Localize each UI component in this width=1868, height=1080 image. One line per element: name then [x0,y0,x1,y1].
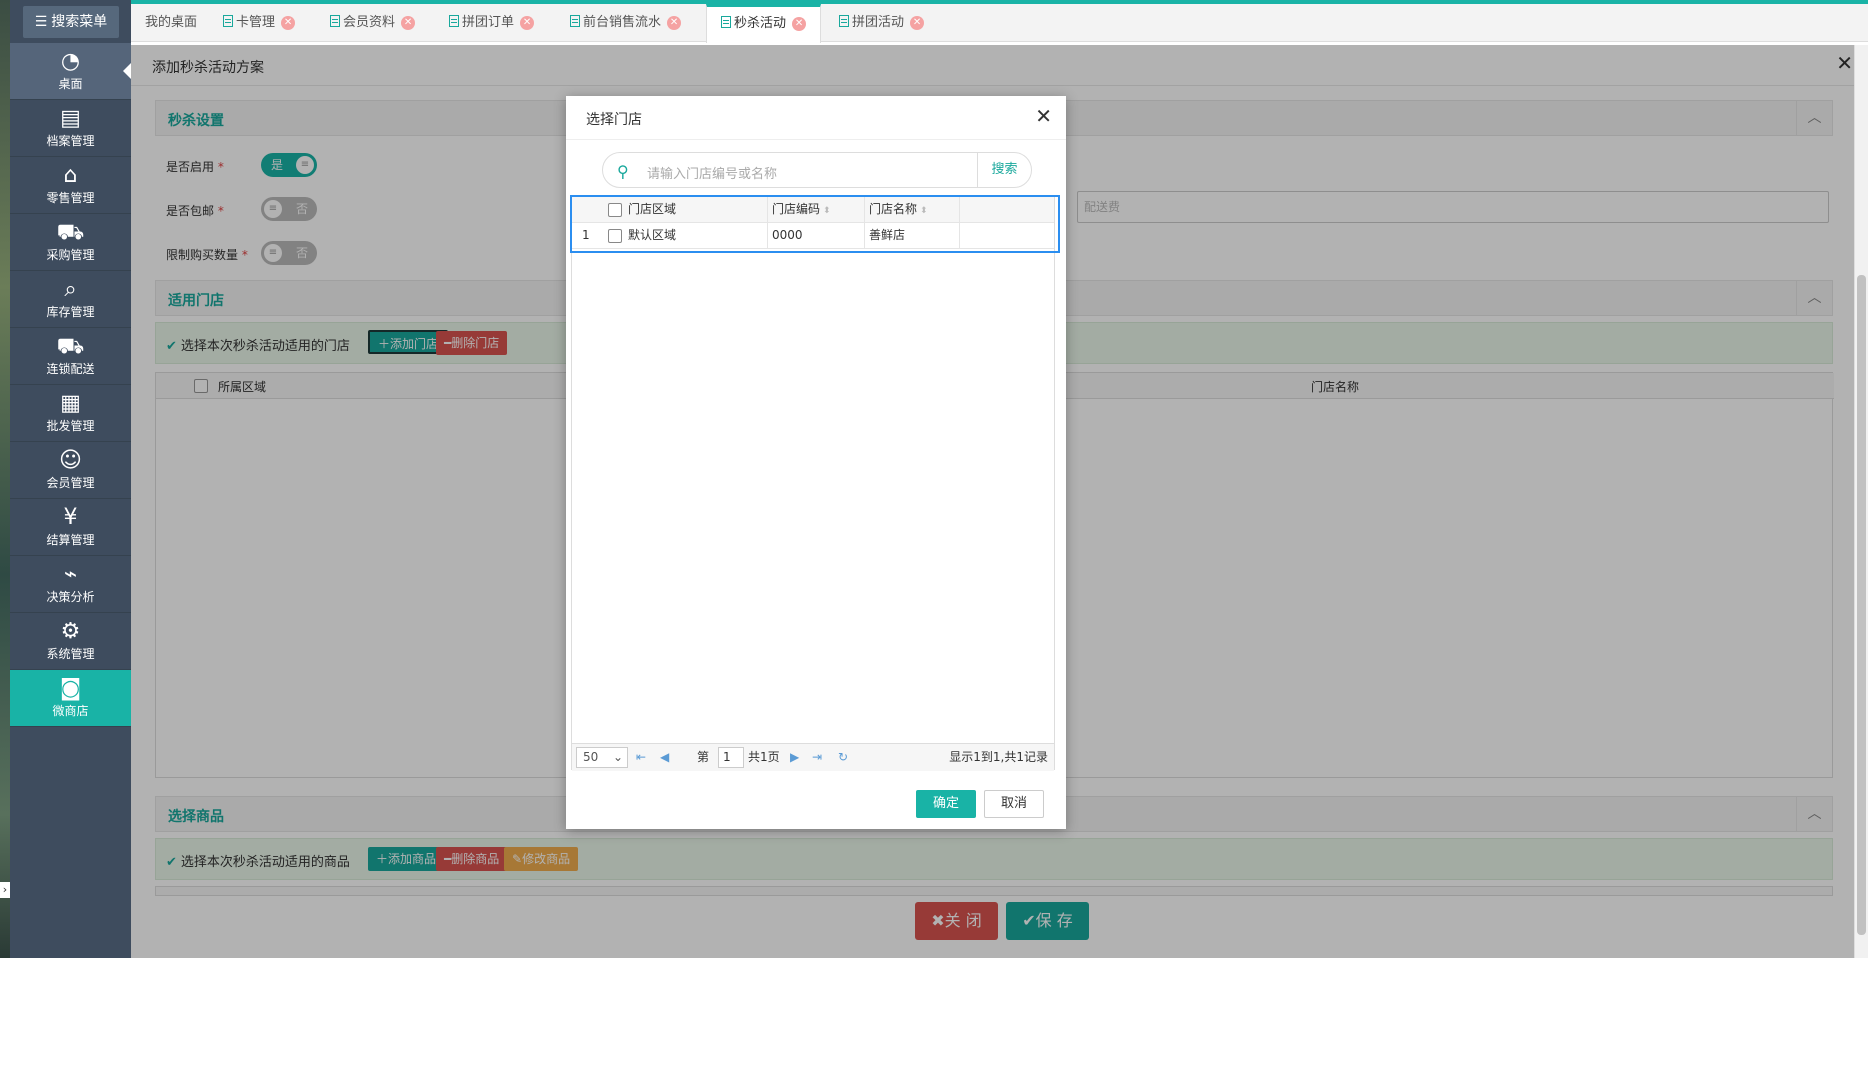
tab-label: 前台销售流水 [583,15,662,30]
dashboard-icon: ◔ [60,49,81,74]
archive-icon: ▤ [60,106,81,131]
close-tab-icon[interactable]: ✕ [401,16,416,30]
desktop-wallpaper-edge [0,0,10,958]
sidebar-item-archive[interactable]: ▤ 档案管理 [10,100,131,157]
tab-card-management[interactable]: 卡管理 ✕ [223,4,296,42]
page-total: 共1页 [748,750,780,764]
tab-label: 拼团订单 [462,15,515,30]
chart-icon: ⌁ [63,562,78,587]
menu-search-icon: ☰ [34,14,48,30]
document-icon [223,15,233,27]
expand-arrow-icon[interactable]: › [0,882,10,898]
document-icon [721,16,731,28]
tab-label: 拼团活动 [852,15,905,30]
cancel-button[interactable]: 取消 [984,790,1044,818]
store-icon: ⌂ [63,163,78,188]
document-icon [839,15,849,27]
member-icon: ☺ [59,448,82,473]
sidebar-item-system[interactable]: ⚙ 系统管理 [10,613,131,670]
pagination-bar: 50 ⌄ ⇤ ◀ 第 1 共1页 ▶ ⇥ ↻ 显示1到1,共1记录 [572,743,1054,771]
document-icon [330,15,340,27]
wholesale-icon: ▦ [60,391,81,416]
sidebar-item-label: 桌面 [58,77,83,91]
tab-seckill-activity[interactable]: 秒杀活动 ✕ [706,4,822,43]
sidebar-item-label: 结算管理 [46,533,95,547]
truck-icon: ⛟ [56,334,85,359]
last-page-icon[interactable]: ⇥ [812,744,822,770]
scrollbar-thumb[interactable] [1857,275,1866,935]
menu-search-label: 搜索菜单 [51,14,108,30]
sidebar-item-label: 批发管理 [46,419,95,433]
tab-label: 会员资料 [343,15,396,30]
confirm-button[interactable]: 确定 [916,790,976,818]
close-tab-icon[interactable]: ✕ [792,17,807,31]
dialog-header: 选择门店 ✕ [566,96,1066,140]
tab-group-orders[interactable]: 拼团订单 ✕ [449,4,535,42]
settlement-icon: ¥ [63,505,78,530]
tab-my-desktop[interactable]: 我的桌面 [145,4,197,42]
sidebar-item-label: 微商店 [52,704,89,718]
search-icon: ⚲ [617,162,629,181]
close-tab-icon[interactable]: ✕ [910,16,925,30]
tab-bar: 我的桌面 卡管理 ✕ 会员资料 ✕ 拼团订单 ✕ 前台销售流水 ✕ 秒杀活动 ✕ 拼团活动… [131,4,1868,43]
sidebar-item-desktop[interactable]: ◔ 桌面 [10,43,131,100]
tab-label: 我的桌面 [145,15,198,30]
first-page-icon[interactable]: ⇤ [636,744,646,770]
close-tab-icon[interactable]: ✕ [281,16,296,30]
shop-bag-icon: ◙ [59,676,82,701]
tab-member-info[interactable]: 会员资料 ✕ [330,4,416,42]
sidebar-item-retail[interactable]: ⌂ 零售管理 [10,157,131,214]
sidebar-item-wholesale[interactable]: ▦ 批发管理 [10,385,131,442]
page-prefix: 第 [697,750,710,764]
sidebar-item-label: 会员管理 [46,476,95,490]
sidebar-item-label: 决策分析 [46,590,95,604]
selection-highlight [570,195,1060,253]
sidebar-item-label: 零售管理 [46,191,95,205]
sidebar-item-member[interactable]: ☺ 会员管理 [10,442,131,499]
dialog-title: 选择门店 [586,112,642,128]
sidebar-item-label: 系统管理 [46,647,95,661]
sidebar-item-label: 连锁配送 [46,362,95,376]
purchase-icon: ⛟ [56,220,85,245]
page-number-input[interactable]: 1 [718,747,744,768]
gear-icon: ⚙ [60,619,81,644]
sidebar-item-analysis[interactable]: ⌁ 决策分析 [10,556,131,613]
sidebar-item-purchase[interactable]: ⛟ 采购管理 [10,214,131,271]
store-search-box: ⚲ 请输入门店编号或名称 搜索 [602,152,1032,188]
search-input[interactable]: 请输入门店编号或名称 [647,163,777,182]
search-button[interactable]: 搜索 [977,153,1031,187]
refresh-icon[interactable]: ↻ [838,744,848,770]
sidebar-item-label: 采购管理 [46,248,95,262]
menu-search-button[interactable]: ☰ 搜索菜单 [23,6,119,38]
sidebar-item-microshop[interactable]: ◙ 微商店 [10,670,131,727]
sidebar-item-label: 档案管理 [46,134,95,148]
close-icon[interactable]: ✕ [1035,104,1052,128]
inventory-icon: ⌕ [64,277,77,302]
close-tab-icon[interactable]: ✕ [667,16,682,30]
sidebar-nav: ◔ 桌面 ▤ 档案管理 ⌂ 零售管理 ⛟ 采购管理 ⌕ 库存管理 ⛟ 连锁配送 ▦ 批发管理 … [10,43,131,727]
select-store-dialog: 选择门店 ✕ ⚲ 请输入门店编号或名称 搜索 门店区域 门店编码 ⬍ 门店名称 ⬍ … [566,96,1066,829]
close-tab-icon[interactable]: ✕ [520,16,535,30]
sidebar-item-distribution[interactable]: ⛟ 连锁配送 [10,328,131,385]
tab-sales-flow[interactable]: 前台销售流水 ✕ [570,4,682,42]
tab-group-activity[interactable]: 拼团活动 ✕ [839,4,925,42]
sidebar-item-settlement[interactable]: ¥ 结算管理 [10,499,131,556]
page-scrollbar[interactable] [1854,45,1868,958]
tab-label: 秒杀活动 [734,16,787,31]
sidebar-item-inventory[interactable]: ⌕ 库存管理 [10,271,131,328]
sidebar-item-label: 库存管理 [46,305,95,319]
page-size-select[interactable]: 50 ⌄ [576,747,628,768]
tab-label: 卡管理 [236,15,276,30]
chevron-down-icon: ⌄ [612,750,623,764]
next-page-icon[interactable]: ▶ [790,744,799,770]
prev-page-icon[interactable]: ◀ [660,744,669,770]
document-icon [570,15,580,27]
page-summary: 显示1到1,共1记录 [949,750,1048,764]
app-root: › ☰ 搜索菜单 ◔ 桌面 ▤ 档案管理 ⌂ 零售管理 ⛟ 采购管理 ⌕ 库存管理 ⛟ 连锁配… [0,0,1868,958]
store-grid: 门店区域 门店编码 ⬍ 门店名称 ⬍ 1 默认区域 0000 善鲜店 50 ⌄ ⇤ … [570,195,1060,771]
document-icon [449,15,459,27]
sidebar: ☰ 搜索菜单 ◔ 桌面 ▤ 档案管理 ⌂ 零售管理 ⛟ 采购管理 ⌕ 库存管理 ⛟ 连锁配送 … [10,0,131,958]
